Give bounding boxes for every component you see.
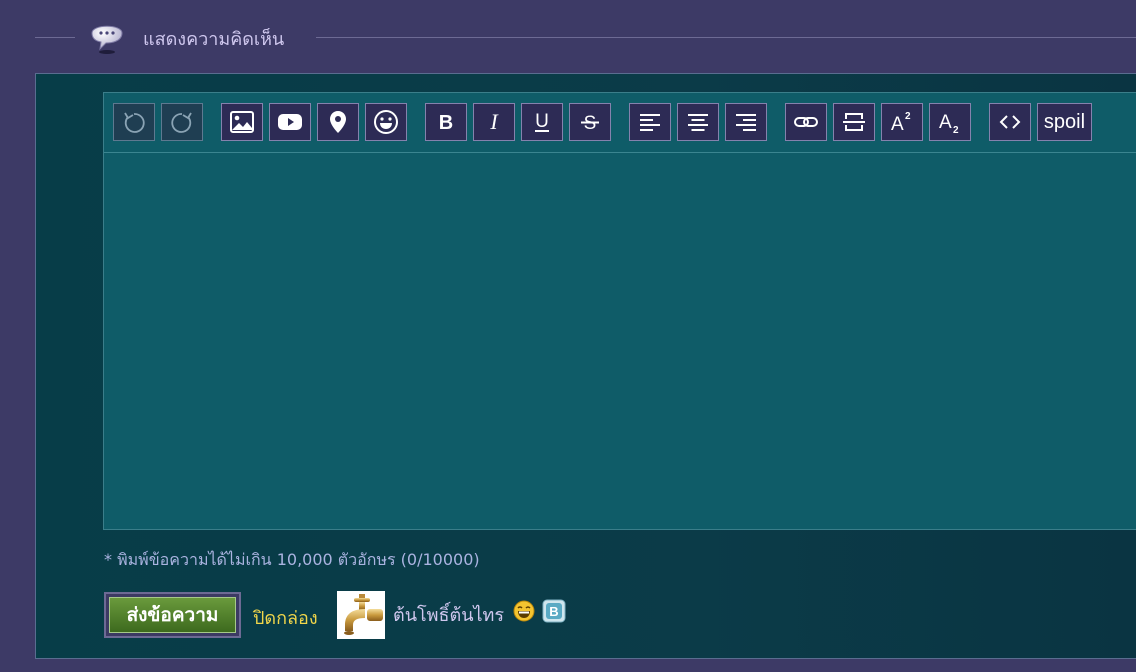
redo-button[interactable]	[161, 103, 203, 141]
comment-panel: B I U S	[35, 73, 1136, 659]
code-icon	[999, 115, 1021, 129]
image-icon	[230, 111, 254, 133]
superscript-icon: A2	[891, 111, 911, 135]
bold-button[interactable]: B	[425, 103, 467, 141]
italic-icon: I	[489, 109, 499, 134]
editor-toolbar: B I U S	[104, 93, 1136, 153]
bold-icon: B	[439, 112, 453, 134]
align-center-icon	[688, 114, 708, 131]
align-left-icon	[640, 114, 660, 131]
header-divider-right	[316, 37, 1136, 38]
strikethrough-button[interactable]: S	[569, 103, 611, 141]
strikethrough-icon: S	[581, 113, 599, 134]
character-limit-hint: * พิมพ์ข้อความได้ไม่เกิน 10,000 ตัวอักษร…	[104, 550, 480, 569]
svg-text:I: I	[489, 109, 499, 134]
svg-text:B: B	[549, 604, 558, 619]
undo-icon	[124, 112, 145, 133]
youtube-icon	[278, 114, 302, 130]
superscript-button[interactable]: A2	[881, 103, 923, 141]
subscript-icon: A2	[939, 112, 959, 135]
link-button[interactable]	[785, 103, 827, 141]
svg-text:A: A	[891, 114, 904, 135]
align-center-button[interactable]	[677, 103, 719, 141]
underline-icon: U	[535, 111, 549, 132]
smiley-icon	[374, 110, 398, 134]
send-message-button[interactable]: ส่งข้อความ	[104, 592, 241, 638]
speech-bubble-icon	[91, 25, 123, 54]
send-message-label: ส่งข้อความ	[109, 597, 236, 633]
header-divider-left	[35, 37, 75, 38]
align-left-button[interactable]	[629, 103, 671, 141]
undo-button[interactable]	[113, 103, 155, 141]
svg-text:2: 2	[953, 125, 959, 135]
insert-youtube-button[interactable]	[269, 103, 311, 141]
italic-button[interactable]: I	[473, 103, 515, 141]
svg-text:A: A	[939, 112, 952, 133]
link-icon	[794, 117, 818, 127]
horizontal-rule-button[interactable]	[833, 103, 875, 141]
redo-icon	[171, 112, 192, 133]
laughing-emoji-icon	[513, 600, 535, 622]
subscript-button[interactable]: A2	[929, 103, 971, 141]
faucet-icon	[344, 594, 383, 635]
svg-text:U: U	[535, 111, 549, 132]
username[interactable]: ต้นโพธิ์ต้นไทร	[393, 600, 504, 629]
spoiler-button[interactable]: spoil	[1037, 103, 1092, 141]
avatar	[337, 591, 385, 639]
align-right-button[interactable]	[725, 103, 767, 141]
comment-textarea[interactable]	[104, 153, 1136, 529]
svg-text:B: B	[439, 112, 453, 134]
insert-image-button[interactable]	[221, 103, 263, 141]
underline-button[interactable]: U	[521, 103, 563, 141]
rich-text-editor: B I U S	[103, 92, 1136, 530]
insert-map-button[interactable]	[317, 103, 359, 141]
spoiler-button-label: spoil	[1043, 110, 1086, 133]
insert-emoji-button[interactable]	[365, 103, 407, 141]
comment-header: แสดงความคิดเห็น	[0, 0, 1136, 72]
align-right-icon	[736, 114, 756, 131]
svg-text:2: 2	[905, 111, 911, 122]
code-button[interactable]	[989, 103, 1031, 141]
map-pin-icon	[330, 111, 346, 133]
blog-badge-icon: B	[542, 599, 566, 623]
page-title: แสดงความคิดเห็น	[143, 29, 285, 50]
horizontal-rule-icon	[843, 113, 865, 131]
close-box-link[interactable]: ปิดกล่อง	[253, 603, 318, 632]
